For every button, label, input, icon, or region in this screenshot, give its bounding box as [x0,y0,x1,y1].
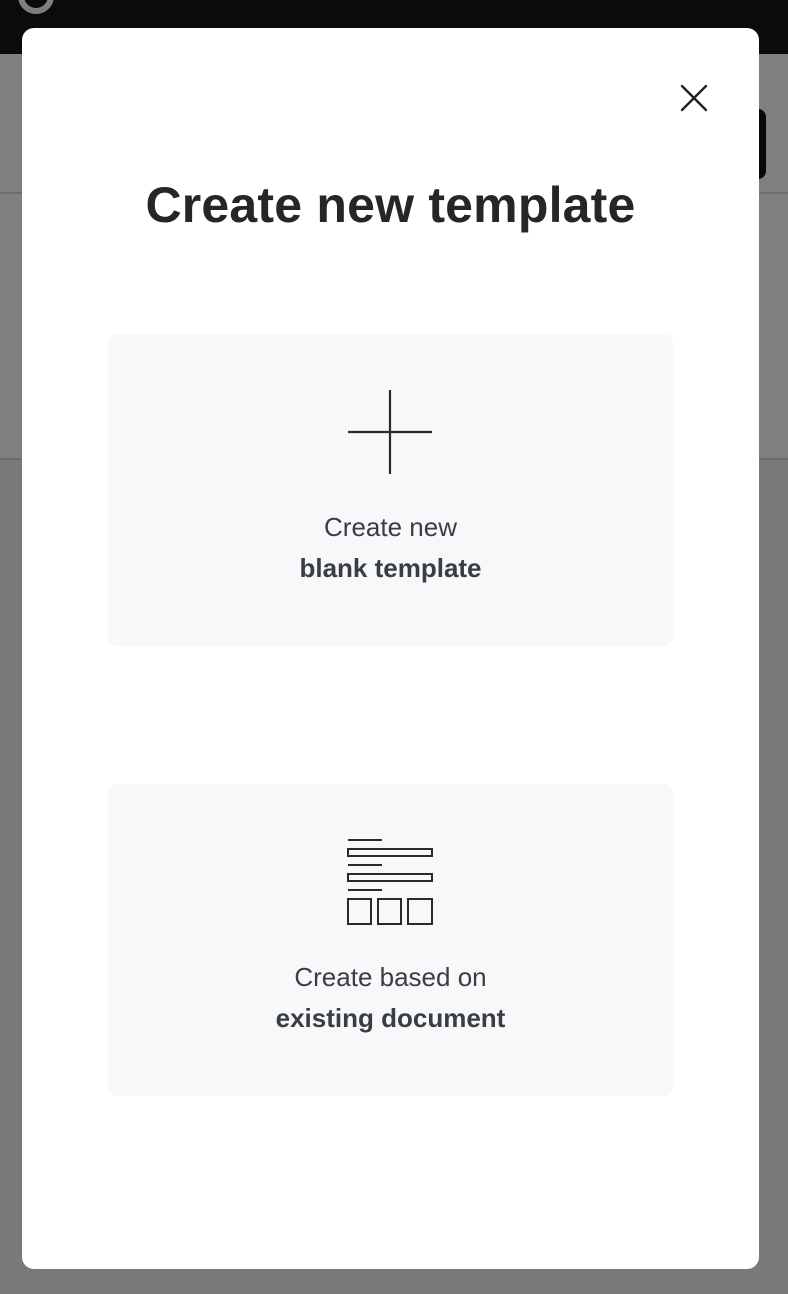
create-from-existing-document-option[interactable]: Create based on existing document [108,784,673,1096]
option-label-line2: existing document [275,1003,506,1033]
modal-title: Create new template [145,177,636,233]
close-icon [680,84,708,112]
create-template-modal: Create new template Create new blank tem… [22,28,759,1269]
option-label-line2: blank template [299,553,482,583]
option-label-line1: Create based on [294,962,487,992]
option-label-line1: Create new [324,512,457,542]
close-button[interactable] [676,80,712,116]
document-layout-icon [346,838,434,926]
create-blank-template-option[interactable]: Create new blank template [108,334,673,646]
plus-icon [346,388,434,476]
